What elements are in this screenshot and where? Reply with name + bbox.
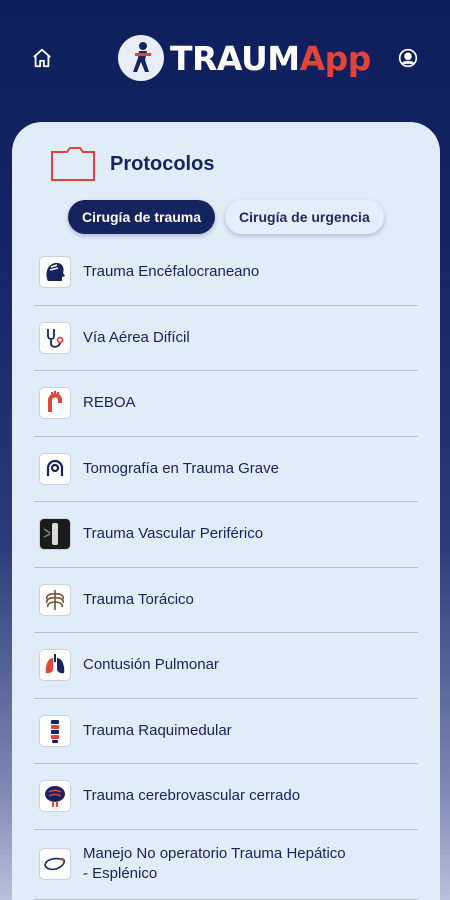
protocol-label: Trauma Vascular Periférico [83, 525, 264, 543]
user-account-icon [398, 48, 418, 68]
logo-runner-icon [118, 35, 164, 81]
protocol-label: Manejo No operatorio Trauma Hepático - E… [83, 845, 346, 882]
tab-cirugia-de-urgencia[interactable]: Cirugía de urgencia [225, 200, 384, 234]
lungs-icon [39, 649, 71, 682]
top-bar: TRAUMApp [0, 0, 450, 120]
protocol-item-via-aerea-dificil[interactable]: Vía Aérea Difícil [34, 306, 418, 371]
logo-accent: App [299, 38, 372, 78]
protocol-item-trauma-cerebrovascular[interactable]: Trauma cerebrovascular cerrado [34, 764, 418, 830]
protocol-label: Trauma Raquimedular [83, 721, 232, 739]
limb-xray-icon [39, 518, 71, 551]
protocol-label: Trauma Encéfalocraneano [83, 263, 260, 281]
spine-icon [39, 714, 71, 747]
protocol-label: Trauma cerebrovascular cerrado [83, 787, 301, 805]
logo-main: TRAUM [170, 38, 300, 78]
liver-icon [39, 848, 71, 880]
protocol-item-reboa[interactable]: REBOA [34, 371, 418, 437]
aorta-icon [39, 387, 71, 420]
protocol-label: Vía Aérea Difícil [83, 328, 190, 346]
protocol-item-trauma-raquimedular[interactable]: Trauma Raquimedular [34, 699, 418, 764]
ribcage-icon [39, 583, 71, 616]
folder-icon [51, 147, 95, 181]
protocol-item-trauma-toracico[interactable]: Trauma Torácico [34, 568, 418, 633]
home-icon [33, 48, 51, 68]
ct-scanner-icon [39, 452, 71, 485]
protocol-label: REBOA [83, 394, 136, 412]
logo-text: TRAUMApp [170, 39, 371, 78]
stethoscope-icon [39, 321, 71, 354]
protocol-list: Trauma Encéfalocraneano Vía Aérea Difíci… [34, 240, 418, 900]
head-icon [39, 256, 71, 289]
tab-bar: Cirugía de trauma Cirugía de urgencia [68, 200, 384, 234]
protocol-item-tomografia[interactable]: Tomografía en Trauma Grave [34, 437, 418, 502]
protocol-label: Trauma Torácico [83, 590, 194, 608]
page-title: Protocolos [110, 152, 215, 175]
home-button[interactable] [28, 44, 56, 72]
brain-vessels-icon [39, 780, 71, 813]
protocols-card: Protocolos Cirugía de trauma Cirugía de … [12, 122, 440, 900]
protocol-label: Contusión Pulmonar [83, 656, 219, 674]
user-account-button[interactable] [396, 46, 420, 70]
section-header: Protocolos [50, 144, 214, 184]
protocol-item-manejo-no-operatorio[interactable]: Manejo No operatorio Trauma Hepático - E… [34, 830, 418, 900]
protocol-item-trauma-encefalocraneano[interactable]: Trauma Encéfalocraneano [34, 240, 418, 306]
protocol-item-trauma-vascular-periferico[interactable]: Trauma Vascular Periférico [34, 502, 418, 568]
protocol-item-contusion-pulmonar[interactable]: Contusión Pulmonar [34, 633, 418, 699]
tab-cirugia-de-trauma[interactable]: Cirugía de trauma [68, 200, 216, 234]
app-logo: TRAUMApp [118, 34, 371, 82]
protocol-label: Tomografía en Trauma Grave [83, 459, 279, 477]
